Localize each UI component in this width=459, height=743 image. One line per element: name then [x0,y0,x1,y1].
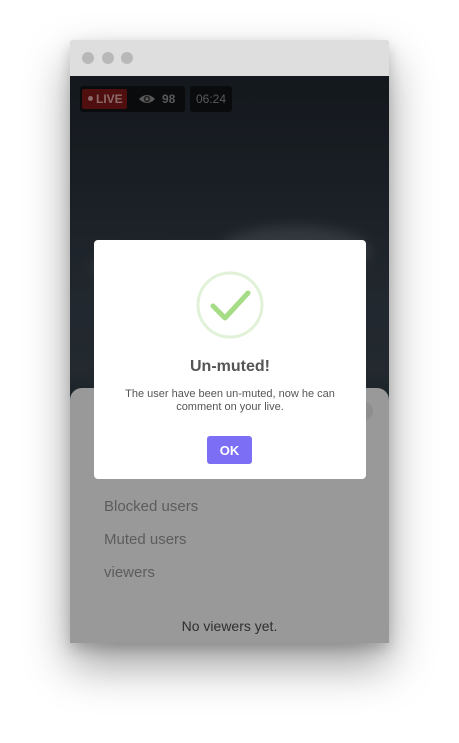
window-dot-2 [102,52,114,64]
window-dot-3 [121,52,133,64]
sheet-item-blocked-users[interactable]: Blocked users [104,498,198,515]
dialog-message: The user have been un-muted, now he can … [125,388,335,413]
empty-state-text: No viewers yet. [181,618,278,634]
sheet-item-viewers[interactable]: viewers [104,564,155,581]
check-icon [196,271,264,339]
dialog-title: Un-muted! [190,358,270,375]
success-dialog: Un-muted! The user have been un-muted, n… [94,240,366,479]
ok-button[interactable]: OK [207,436,252,464]
window-dot-1 [82,52,94,64]
window-titlebar [70,40,389,76]
sheet-item-muted-users[interactable]: Muted users [104,531,187,548]
